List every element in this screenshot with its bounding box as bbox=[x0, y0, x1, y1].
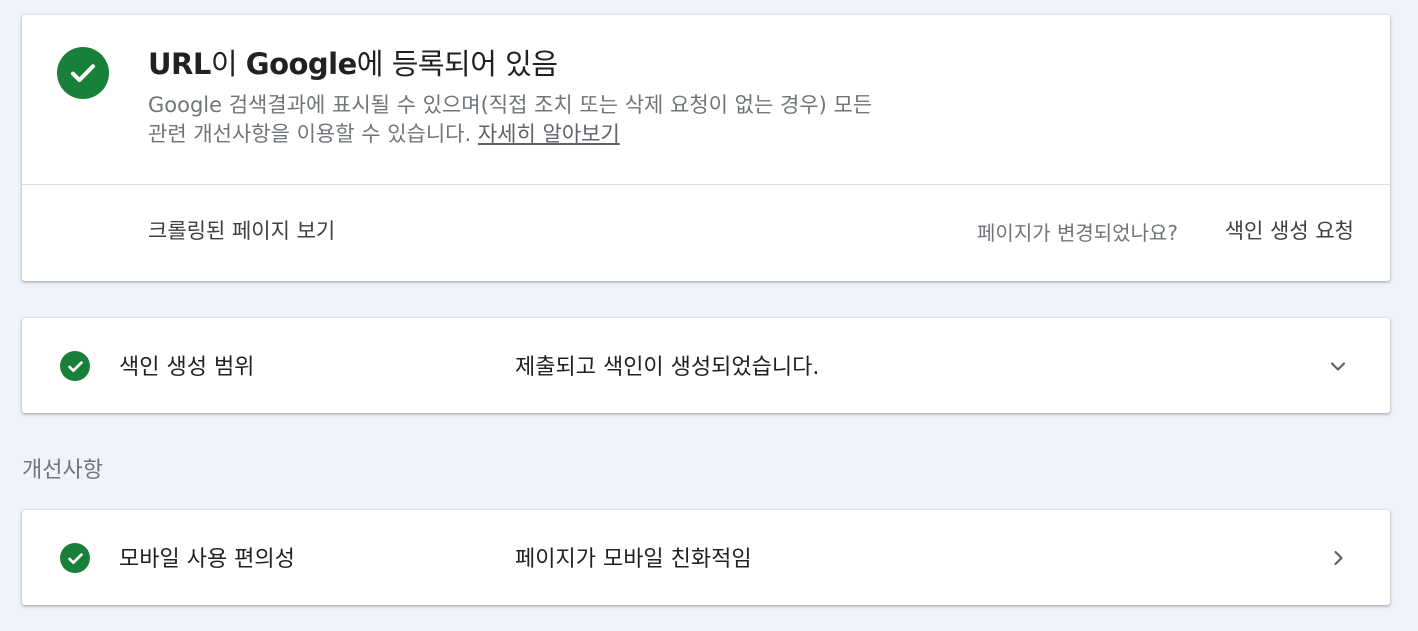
check-circle-icon bbox=[60, 351, 90, 381]
mobile-usability-label: 모바일 사용 편의성 bbox=[119, 547, 295, 572]
coverage-row[interactable]: 색인 생성 범위 제출되고 색인이 생성되었습니다. bbox=[22, 318, 1390, 413]
coverage-label: 색인 생성 범위 bbox=[119, 355, 255, 380]
status-title-part: 이 bbox=[210, 47, 246, 81]
mobile-usability-value: 페이지가 모바일 친화적임 bbox=[515, 547, 752, 572]
status-description: Google 검색결과에 표시될 수 있으며(직접 조치 또는 삭제 요청이 없… bbox=[148, 91, 1028, 149]
divider bbox=[22, 184, 1390, 185]
status-description-text: 관련 개선사항을 이용할 수 있습니다. bbox=[148, 122, 478, 146]
status-title: URL이 Google에 등록되어 있음 bbox=[148, 41, 558, 83]
url-status-card: URL이 Google에 등록되어 있음 Google 검색결과에 표시될 수 … bbox=[22, 15, 1390, 281]
status-description-line-2: 관련 개선사항을 이용할 수 있습니다. 자세히 알아보기 bbox=[148, 120, 1028, 149]
mobile-usability-row[interactable]: 모바일 사용 편의성 페이지가 모바일 친화적임 bbox=[22, 510, 1390, 605]
status-description-line: Google 검색결과에 표시될 수 있으며(직접 조치 또는 삭제 요청이 없… bbox=[148, 93, 873, 117]
page-changed-question: 페이지가 변경되었나요? bbox=[977, 221, 1178, 245]
status-title-part: 에 등록되어 있음 bbox=[356, 47, 558, 81]
enhancements-heading: 개선사항 bbox=[22, 458, 103, 483]
check-circle-icon bbox=[57, 47, 109, 99]
status-title-google: Google bbox=[245, 47, 358, 81]
check-circle-icon bbox=[60, 543, 90, 573]
chevron-down-icon[interactable] bbox=[1326, 354, 1350, 378]
request-indexing-button[interactable]: 색인 생성 요청 bbox=[1225, 215, 1354, 245]
chevron-right-icon[interactable] bbox=[1326, 546, 1350, 570]
coverage-value: 제출되고 색인이 생성되었습니다. bbox=[515, 355, 820, 380]
view-crawled-page-button[interactable]: 크롤링된 페이지 보기 bbox=[148, 215, 335, 245]
learn-more-link[interactable]: 자세히 알아보기 bbox=[478, 122, 620, 146]
status-title-url: URL bbox=[148, 47, 211, 81]
